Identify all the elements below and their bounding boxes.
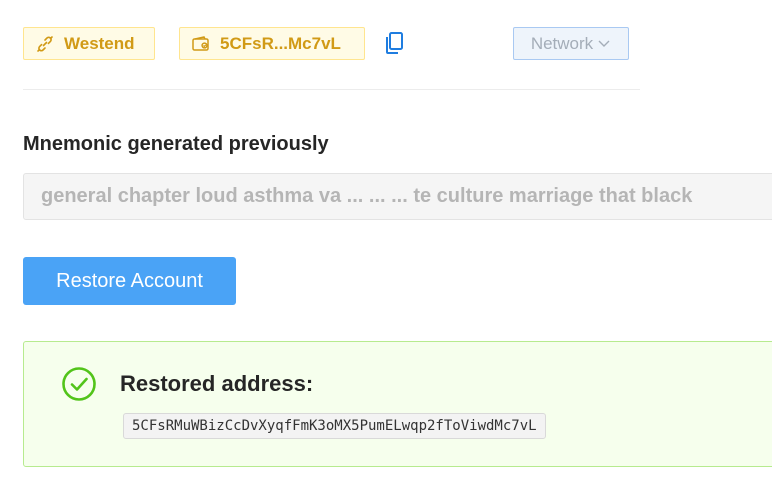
restored-address-title: Restored address: (120, 371, 314, 396)
restore-account-button[interactable]: Restore Account (23, 257, 236, 305)
network-tag-label: Westend (64, 33, 135, 53)
mnemonic-input[interactable] (23, 173, 772, 220)
wallet-icon (192, 35, 210, 52)
network-tag: Westend (23, 27, 155, 60)
network-select[interactable]: Network (513, 27, 629, 60)
check-circle-icon (61, 366, 97, 402)
divider (23, 89, 640, 90)
link-icon (36, 35, 54, 53)
restored-address-panel: Restored address: 5CFsRMuWBizCcDvXyqfFmK… (23, 341, 772, 467)
account-tag: 5CFsR...Mc7vL (179, 27, 365, 60)
account-tag-label: 5CFsR...Mc7vL (220, 33, 341, 53)
mnemonic-label: Mnemonic generated previously (23, 133, 329, 155)
network-select-label: Network (530, 33, 594, 53)
restored-address-value: 5CFsRMuWBizCcDvXyqfFmK3oMX5PumELwqp2fToV… (123, 413, 546, 439)
chevron-down-icon (597, 34, 611, 54)
copy-icon[interactable] (384, 31, 404, 55)
